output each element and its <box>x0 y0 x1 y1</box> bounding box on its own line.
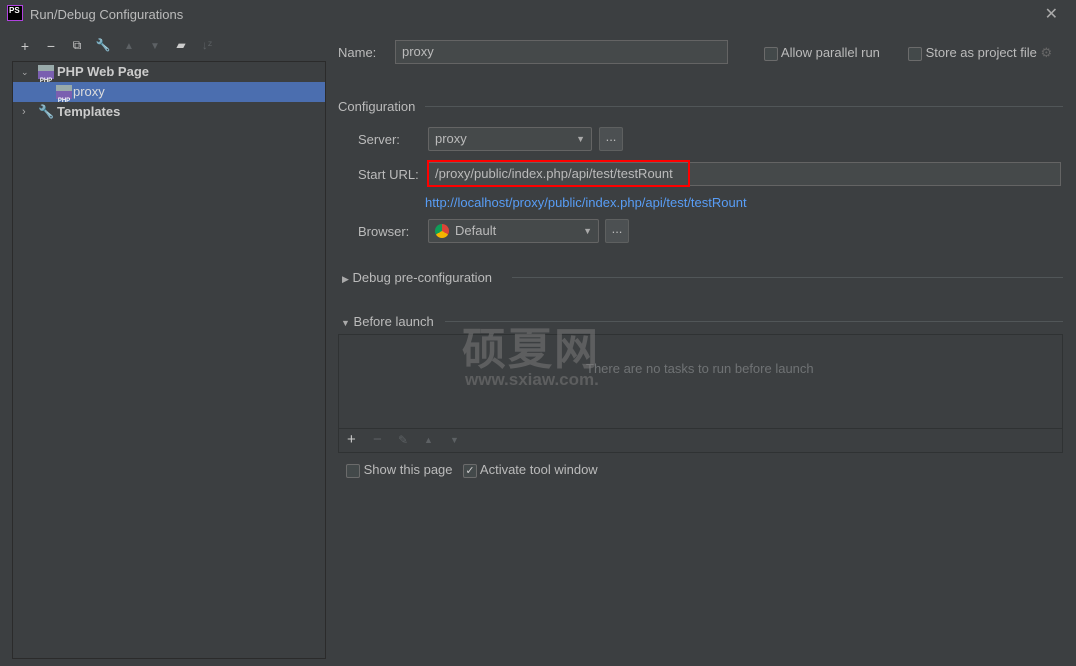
store-project-checkbox[interactable] <box>908 46 922 61</box>
arrow-down-icon[interactable]: ▼ <box>146 41 164 52</box>
php-icon: PHP <box>56 85 72 104</box>
show-page-checkbox[interactable] <box>346 463 360 478</box>
browser-browse-button[interactable]: ... <box>605 219 629 243</box>
store-as-project-file[interactable]: Store as project file ⚙ <box>908 45 1052 61</box>
resolved-url-link[interactable]: http://localhost/proxy/public/index.php/… <box>425 195 747 210</box>
divider <box>425 106 1063 107</box>
remove-task-icon[interactable]: − <box>373 431 382 448</box>
before-launch-toggle[interactable]: ▼ Before launch <box>341 314 434 329</box>
server-browse-button[interactable]: ... <box>599 127 623 151</box>
tree-group-php-web-page[interactable]: ⌄ PHP PHP Web Page <box>13 62 325 84</box>
name-label: Name: <box>338 45 377 60</box>
move-down-icon[interactable]: ▼ <box>450 435 459 445</box>
chevron-right-icon[interactable]: › <box>22 102 26 122</box>
triangle-down-icon: ▼ <box>341 318 350 328</box>
wrench-icon: 🔧 <box>38 104 55 119</box>
tree-templates-label: Templates <box>57 104 121 119</box>
name-input[interactable]: proxy <box>395 40 728 64</box>
tree-item-proxy[interactable]: PHP proxy <box>13 82 325 104</box>
copy-icon[interactable]: ⧉ <box>68 38 86 53</box>
add-task-icon[interactable]: + <box>347 431 356 448</box>
highlight-box <box>427 160 690 187</box>
before-launch-panel: There are no tasks to run before launch … <box>338 334 1063 453</box>
no-tasks-text: There are no tasks to run before launch <box>586 361 814 376</box>
gear-icon[interactable]: ⚙ <box>1041 45 1053 60</box>
show-this-page[interactable]: Show this page <box>346 462 453 478</box>
wrench-icon[interactable]: 🔧 <box>94 38 112 52</box>
configuration-heading: Configuration <box>338 99 416 114</box>
tree-group-label: PHP Web Page <box>57 64 149 79</box>
server-label: Server: <box>358 132 400 147</box>
phpstorm-logo: PS <box>7 5 23 21</box>
php-icon: PHP <box>38 65 54 84</box>
close-icon[interactable]: ✕ <box>1045 4 1058 24</box>
plus-icon[interactable]: + <box>16 38 34 54</box>
watermark-url: www.sxiaw.com. <box>465 370 599 389</box>
minus-icon[interactable]: − <box>42 38 60 54</box>
debug-preconfig-toggle[interactable]: ▶ Debug pre-configuration <box>342 270 492 285</box>
window-title: Run/Debug Configurations <box>30 7 184 22</box>
watermark-logo: 硕夏网 <box>462 325 600 374</box>
allow-parallel-checkbox[interactable] <box>764 46 778 61</box>
tree-templates[interactable]: › 🔧 Templates <box>13 102 325 122</box>
chrome-icon <box>435 224 449 238</box>
server-select[interactable]: proxy ▼ <box>428 127 592 151</box>
triangle-right-icon: ▶ <box>342 274 349 284</box>
arrow-up-icon[interactable]: ▲ <box>120 41 138 52</box>
tree-item-label: proxy <box>73 84 105 99</box>
divider <box>512 277 1063 278</box>
dropdown-arrow-icon: ▼ <box>583 226 592 236</box>
edit-task-icon[interactable]: ✎ <box>398 433 408 447</box>
move-up-icon[interactable]: ▲ <box>424 435 433 445</box>
activate-tool-window[interactable]: ✓ Activate tool window <box>463 462 598 478</box>
sort-icon[interactable]: ↓ᶻ <box>198 38 216 52</box>
allow-parallel-run[interactable]: Allow parallel run <box>764 45 880 61</box>
activate-tool-checkbox[interactable]: ✓ <box>463 463 477 478</box>
start-url-label: Start URL: <box>358 167 419 182</box>
browser-select[interactable]: Default ▼ <box>428 219 599 243</box>
chevron-down-icon[interactable]: ⌄ <box>21 62 29 82</box>
browser-label: Browser: <box>358 224 410 239</box>
config-tree: ⌄ PHP PHP Web Page PHP proxy › 🔧 Templat… <box>12 61 326 659</box>
new-folder-icon[interactable]: ▰ <box>172 38 190 52</box>
dropdown-arrow-icon: ▼ <box>576 134 585 144</box>
